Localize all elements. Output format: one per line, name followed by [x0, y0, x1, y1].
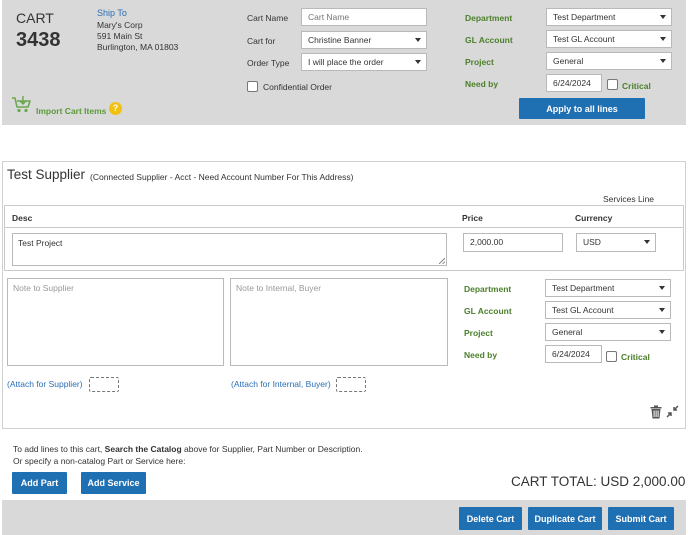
line-gl-account-select[interactable]: Test GL Account	[545, 301, 671, 319]
add-lines-text-prefix: To add lines to this cart,	[13, 444, 105, 454]
search-catalog-text: Search the Catalog	[104, 444, 182, 454]
ship-to-link[interactable]: Ship To	[97, 8, 127, 18]
order-type-select[interactable]: I will place the order	[301, 53, 427, 71]
cart-total: CART TOTAL: USD 2,000.00	[511, 474, 686, 489]
add-lines-instructions: To add lines to this cart, Search the Ca…	[13, 444, 363, 454]
attach-supplier-dropzone[interactable]	[89, 377, 119, 392]
confidential-checkbox[interactable]	[247, 81, 258, 92]
gl-account-select[interactable]: Test GL Account	[546, 30, 672, 48]
department-label: Department	[465, 13, 513, 23]
department-select[interactable]: Test Department	[546, 8, 672, 26]
line-critical-checkbox[interactable]	[606, 351, 617, 362]
line-project-select[interactable]: General	[545, 323, 671, 341]
chevron-down-icon	[659, 308, 665, 312]
ship-to-name: Mary's Corp	[97, 20, 143, 30]
price-input[interactable]: 2,000.00	[463, 233, 563, 252]
confidential-label: Confidential Order	[263, 82, 332, 92]
line-department-label: Department	[464, 284, 512, 294]
gl-account-label: GL Account	[465, 35, 513, 45]
chevron-down-icon	[659, 330, 665, 334]
delete-cart-button[interactable]: Delete Cart	[459, 507, 522, 530]
line-gl-account-label: GL Account	[464, 306, 512, 316]
apply-to-all-lines-button[interactable]: Apply to all lines	[519, 98, 645, 119]
line-gl-account-value: Test GL Account	[552, 305, 614, 315]
trash-icon[interactable]	[650, 405, 662, 419]
chevron-down-icon	[659, 286, 665, 290]
attach-internal-link[interactable]: (Attach for Internal, Buyer)	[231, 379, 331, 389]
desc-header: Desc	[12, 213, 33, 223]
desc-value: Test Project	[18, 238, 63, 248]
line-need-by-label: Need by	[464, 350, 498, 360]
add-lines-text-suffix: above for Supplier, Part Number or Descr…	[181, 444, 363, 454]
critical-label: Critical	[622, 81, 651, 91]
line-critical-label: Critical	[621, 352, 650, 362]
add-service-button[interactable]: Add Service	[81, 472, 146, 494]
attach-supplier-link[interactable]: (Attach for Supplier)	[7, 379, 83, 389]
order-type-value: I will place the order	[308, 57, 384, 67]
currency-value: USD	[583, 237, 601, 247]
add-part-button[interactable]: Add Part	[12, 472, 67, 494]
line-project-label: Project	[464, 328, 493, 338]
project-select[interactable]: General	[546, 52, 672, 70]
line-need-by-input[interactable]: 6/24/2024	[545, 345, 602, 363]
note-to-internal-textarea[interactable]: Note to Internal, Buyer	[230, 278, 448, 366]
department-value: Test Department	[553, 12, 616, 22]
attach-internal-dropzone[interactable]	[336, 377, 366, 392]
supplier-name: Test Supplier	[7, 167, 86, 182]
line-department-select[interactable]: Test Department	[545, 279, 671, 297]
cart-for-select[interactable]: Christine Banner	[301, 31, 427, 49]
cart-label: CART	[16, 10, 54, 26]
resize-handle[interactable]	[439, 258, 445, 264]
desc-textarea[interactable]: Test Project	[12, 233, 447, 266]
need-by-label: Need by	[465, 79, 499, 89]
chevron-down-icon	[660, 59, 666, 63]
order-type-label: Order Type	[247, 58, 290, 68]
need-by-input[interactable]: 6/24/2024	[546, 74, 602, 92]
cart-name-input[interactable]	[301, 8, 427, 26]
chevron-down-icon	[660, 37, 666, 41]
line-department-value: Test Department	[552, 283, 615, 293]
cart-number: 3438	[16, 29, 61, 51]
chevron-down-icon	[644, 240, 650, 244]
chevron-down-icon	[415, 38, 421, 42]
project-value: General	[553, 56, 584, 66]
ship-to-street: 591 Main St	[97, 31, 143, 41]
chevron-down-icon	[660, 15, 666, 19]
cart-add-icon[interactable]	[11, 96, 33, 114]
currency-header: Currency	[575, 213, 613, 223]
supplier-note: (Connected Supplier - Acct - Need Accoun…	[90, 172, 354, 182]
add-lines-instructions-line2: Or specify a non-catalog Part or Service…	[13, 456, 186, 466]
critical-checkbox[interactable]	[607, 79, 618, 90]
collapse-icon[interactable]	[666, 405, 679, 418]
cart-name-label: Cart Name	[247, 13, 289, 23]
submit-cart-button[interactable]: Submit Cart	[608, 507, 674, 530]
cart-for-value: Christine Banner	[308, 35, 372, 45]
chevron-down-icon	[415, 60, 421, 64]
duplicate-cart-button[interactable]: Duplicate Cart	[528, 507, 602, 530]
line-project-value: General	[552, 327, 583, 337]
import-cart-items-link[interactable]: Import Cart Items	[36, 106, 106, 116]
project-label: Project	[465, 57, 494, 67]
gl-account-value: Test GL Account	[553, 34, 615, 44]
line-item-header: Desc Price Currency	[5, 206, 683, 228]
price-header: Price	[462, 213, 483, 223]
cart-for-label: Cart for	[247, 36, 276, 46]
services-line-label: Services Line	[603, 194, 655, 204]
note-to-supplier-textarea[interactable]: Note to Supplier	[7, 278, 224, 366]
help-icon[interactable]: ?	[109, 102, 122, 115]
currency-select[interactable]: USD	[576, 233, 656, 252]
ship-to-city: Burlington, MA 01803	[97, 42, 179, 52]
